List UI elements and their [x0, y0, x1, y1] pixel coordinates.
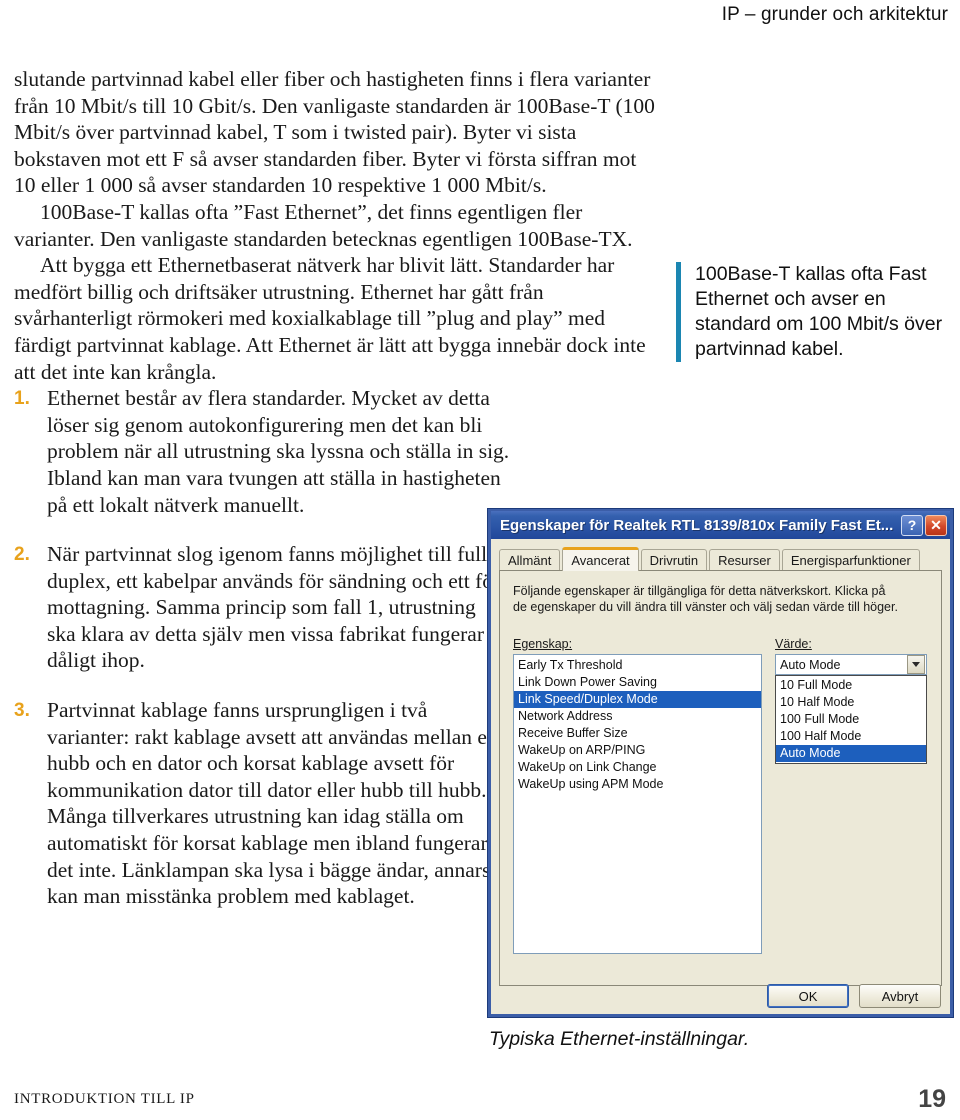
tab-avancerat[interactable]: Avancerat — [562, 547, 639, 571]
property-label: Egenskap: — [513, 637, 762, 651]
dialog-button-row: OK Avbryt — [767, 984, 941, 1008]
properties-dialog: Egenskaper för Realtek RTL 8139/810x Fam… — [487, 508, 954, 1018]
paragraph-3: Att bygga ett Ethernetbaserat nätverk ha… — [14, 253, 646, 384]
list-item-text: Partvinnat kablage fanns ursprungligen i… — [47, 698, 498, 909]
dropdown-option[interactable]: 100 Half Mode — [776, 728, 926, 745]
list-item-number: 1. — [14, 388, 30, 410]
list-item-number: 2. — [14, 544, 30, 566]
value-label: Värde: — [775, 637, 927, 651]
list-item[interactable]: WakeUp using APM Mode — [514, 776, 761, 793]
list-item-text: När partvinnat slog igenom fanns möjligh… — [47, 542, 501, 673]
panel-description-line-1: Följande egenskaper är tillgängliga för … — [513, 584, 886, 598]
dropdown-option[interactable]: 10 Half Mode — [776, 694, 926, 711]
help-icon[interactable]: ? — [901, 514, 923, 536]
panel-description-line-2: de egenskaper du vill ändra till vänster… — [513, 600, 898, 614]
tab-drivrutin[interactable]: Drivrutin — [640, 549, 708, 570]
value-label-text: Värde: — [775, 637, 812, 651]
dialog-body: Allmänt Avancerat Drivrutin Resurser Ene… — [491, 539, 950, 1014]
list-item-selected[interactable]: Link Speed/Duplex Mode — [514, 691, 761, 708]
paragraph-1: slutande partvinnad kabel eller fiber oc… — [14, 67, 655, 198]
property-label-text: Egenskap: — [513, 637, 573, 651]
tab-strip: Allmänt Avancerat Drivrutin Resurser Ene… — [499, 546, 942, 571]
list-item[interactable]: Early Tx Threshold — [514, 657, 761, 674]
value-column: Värde: Auto Mode 10 Full Mode 10 Half Mo… — [775, 637, 927, 954]
running-head: IP – grunder och arkitektur — [721, 4, 948, 25]
dropdown-option-selected[interactable]: Auto Mode — [776, 745, 926, 762]
figure-caption: Typiska Ethernet-inställningar. — [489, 1028, 750, 1050]
list-item[interactable]: WakeUp on ARP/PING — [514, 742, 761, 759]
panel-description: Följande egenskaper är tillgängliga för … — [513, 583, 928, 615]
value-dropdown-list[interactable]: 10 Full Mode 10 Half Mode 100 Full Mode … — [775, 675, 927, 764]
ok-button[interactable]: OK — [767, 984, 849, 1008]
list-item-number: 3. — [14, 700, 30, 722]
tab-energisparfunktioner[interactable]: Energisparfunktioner — [781, 549, 920, 570]
pull-quote: 100Base-T kallas ofta Fast Ethernet och … — [676, 262, 956, 362]
list-item[interactable]: Receive Buffer Size — [514, 725, 761, 742]
paragraph-2: 100Base-T kallas ofta ”Fast Ethernet”, d… — [14, 199, 633, 251]
settings-columns: Egenskap: Early Tx Threshold Link Down P… — [513, 637, 928, 954]
dropdown-option[interactable]: 10 Full Mode — [776, 677, 926, 694]
list-item[interactable]: Link Down Power Saving — [514, 674, 761, 691]
footer-book-title: INTRODUKTION TILL IP — [14, 1091, 195, 1107]
tab-panel-avancerat: Följande egenskaper är tillgängliga för … — [499, 571, 942, 986]
cancel-button[interactable]: Avbryt — [859, 984, 941, 1008]
list-item: 1. Ethernet består av flera standarder. … — [14, 385, 662, 518]
list-item-text: Ethernet består av flera standarder. Myc… — [47, 386, 510, 517]
property-column: Egenskap: Early Tx Threshold Link Down P… — [513, 637, 762, 954]
dropdown-option[interactable]: 100 Full Mode — [776, 711, 926, 728]
page-number: 19 — [918, 1085, 946, 1113]
property-listbox[interactable]: Early Tx Threshold Link Down Power Savin… — [513, 654, 762, 954]
tab-allmant[interactable]: Allmänt — [499, 549, 561, 570]
value-combobox[interactable]: Auto Mode — [775, 654, 927, 675]
close-icon[interactable]: ✕ — [925, 514, 947, 536]
value-combobox-value: Auto Mode — [780, 657, 841, 672]
dialog-title-bar[interactable]: Egenskaper för Realtek RTL 8139/810x Fam… — [491, 511, 950, 539]
pull-quote-text: 100Base-T kallas ofta Fast Ethernet och … — [695, 263, 943, 360]
dialog-title: Egenskaper för Realtek RTL 8139/810x Fam… — [500, 516, 894, 534]
pull-quote-accent-bar — [676, 262, 681, 362]
list-item[interactable]: Network Address — [514, 708, 761, 725]
chevron-down-icon[interactable] — [907, 655, 925, 674]
list-item[interactable]: WakeUp on Link Change — [514, 759, 761, 776]
tab-resurser[interactable]: Resurser — [709, 549, 780, 570]
